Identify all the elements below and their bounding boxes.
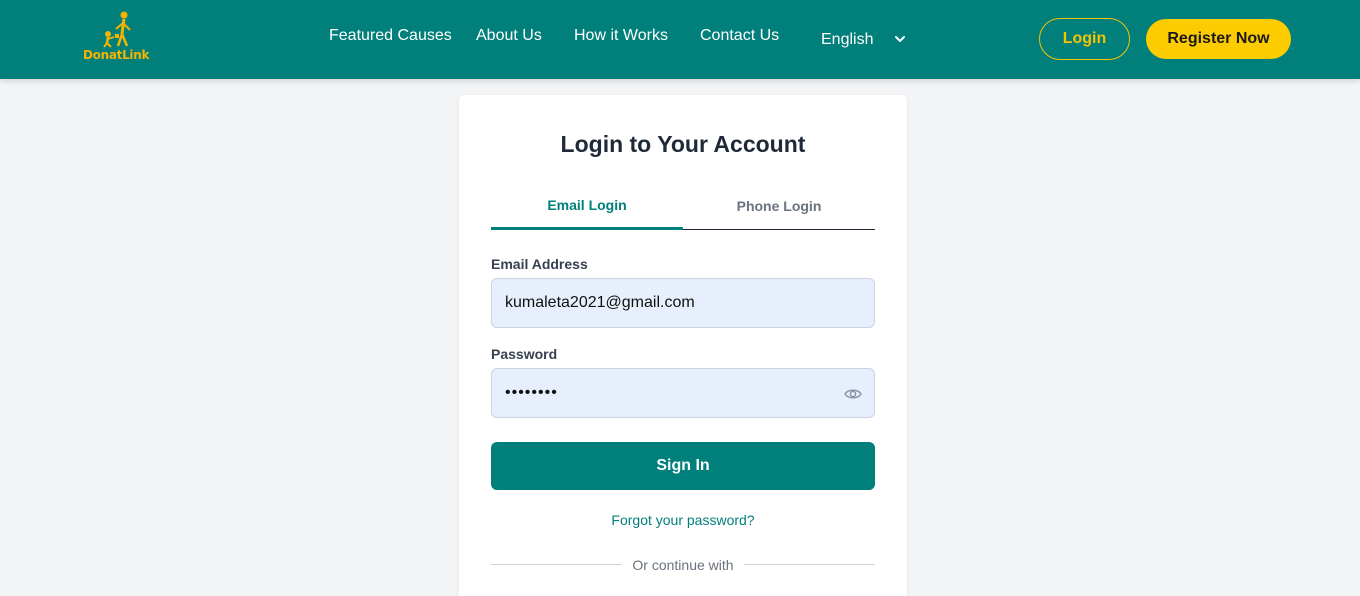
eye-icon[interactable] [844,386,862,402]
nav-contact-us[interactable]: Contact Us [700,27,779,45]
email-label: Email Address [491,256,588,272]
logo-text: DonatLink [83,48,150,62]
top-navbar: DonatLink Featured Causes About Us How i… [0,0,1360,79]
donatlink-logo[interactable]: DonatLink [80,10,154,66]
active-tab-indicator [491,227,683,230]
divider-line-right [744,564,875,565]
page-title: Login to Your Account [560,131,806,157]
divider-text: Or continue with [632,557,734,573]
forgot-password-link[interactable]: Forgot your password? [459,512,907,528]
language-select[interactable]: English [821,31,873,49]
register-now-button[interactable]: Register Now [1146,19,1291,59]
nav-featured-causes[interactable]: Featured Causes [329,27,452,45]
login-card: Login to Your Account Email Login Phone … [459,95,907,596]
tab-phone-login[interactable]: Phone Login [683,198,875,214]
password-field[interactable]: •••••••• [491,368,875,418]
password-label: Password [491,346,558,362]
sign-in-button[interactable]: Sign In [491,442,875,490]
login-button[interactable]: Login [1039,18,1130,60]
tab-email-login[interactable]: Email Login [491,197,683,213]
nav-about-us[interactable]: About Us [476,27,542,45]
chevron-down-icon[interactable] [893,34,907,44]
nav-how-it-works[interactable]: How it Works [574,27,668,45]
email-value: kumaleta2021@gmail.com [505,294,695,311]
email-field[interactable]: kumaleta2021@gmail.com [491,278,875,328]
password-value: •••••••• [505,384,558,401]
